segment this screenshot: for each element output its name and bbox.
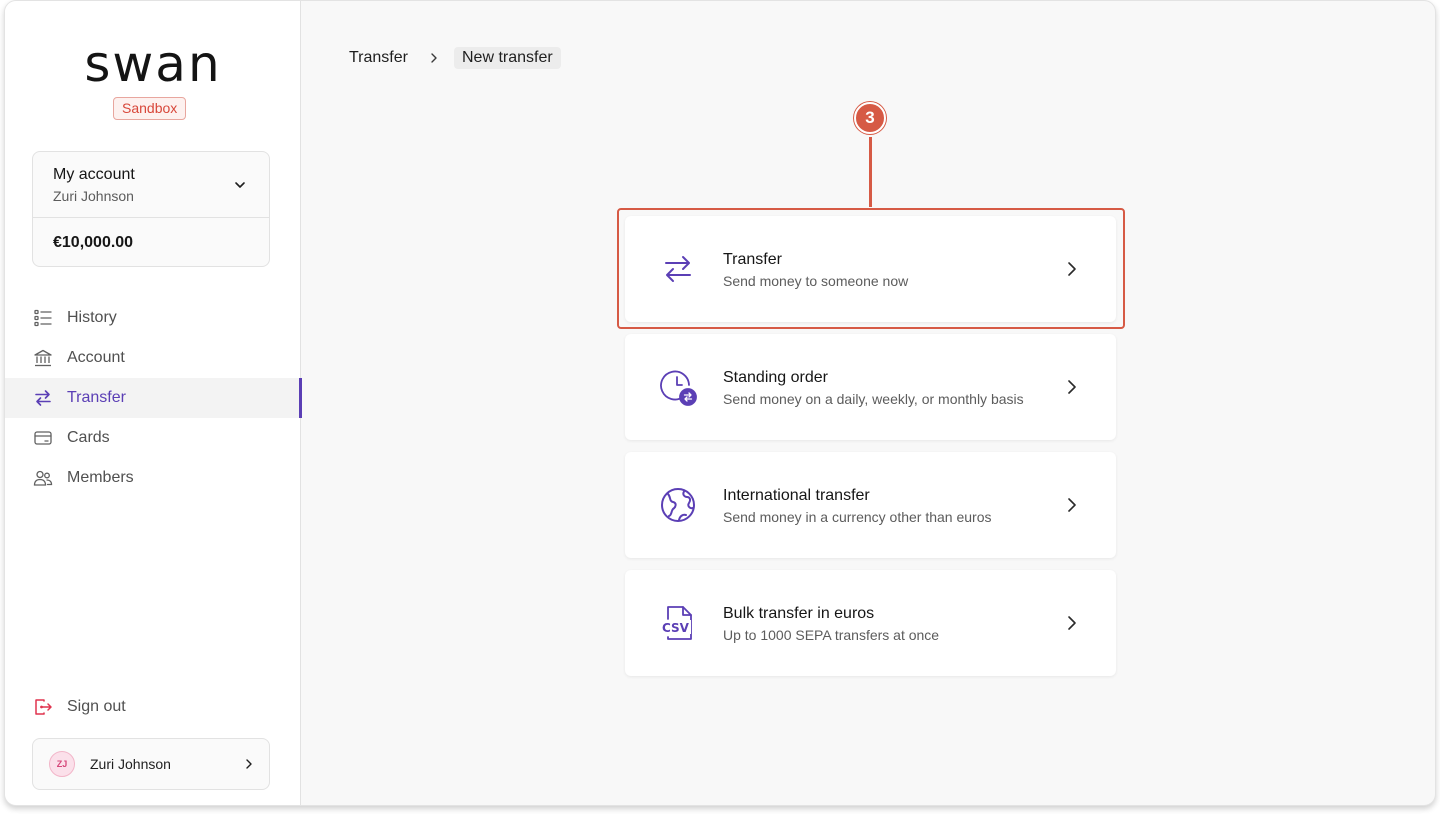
sidebar-item-cards[interactable]: Cards: [5, 418, 301, 458]
option-title: Bulk transfer in euros: [723, 605, 875, 622]
account-holder: Zuri Johnson: [53, 188, 134, 204]
globe-icon: [659, 485, 697, 525]
option-title: International transfer: [723, 487, 870, 504]
option-standing-order[interactable]: Standing order Send money on a daily, we…: [625, 334, 1116, 440]
avatar: ZJ: [49, 751, 75, 777]
clock-repeat-icon: [659, 367, 697, 407]
option-description: Send money on a daily, weekly, or monthl…: [723, 391, 1024, 407]
breadcrumb-current: New transfer: [453, 47, 561, 69]
bank-icon: [33, 348, 53, 368]
chevron-right-icon: [1068, 616, 1076, 630]
csv-file-icon: CSV: [659, 603, 697, 643]
account-switcher[interactable]: My account Zuri Johnson: [33, 152, 269, 218]
breadcrumb: Transfer New transfer: [349, 47, 561, 69]
sidebar: swan Sandbox My account Zuri Johnson €10…: [5, 1, 302, 805]
account-balance: €10,000.00: [53, 234, 134, 251]
chevron-right-icon: [246, 759, 252, 769]
list-icon: [33, 308, 53, 328]
sidebar-item-label: History: [67, 309, 117, 326]
card-icon: [33, 428, 53, 448]
step-annotation-highlight: [617, 208, 1125, 329]
logo-text: swan: [84, 35, 222, 93]
step-annotation-badge: 3: [854, 102, 886, 134]
members-icon: [33, 468, 53, 488]
sidebar-item-members[interactable]: Members: [5, 458, 301, 498]
step-annotation-line: [869, 137, 872, 207]
app-window: swan Sandbox My account Zuri Johnson €10…: [4, 0, 1436, 806]
sidebar-item-label: Transfer: [67, 389, 126, 406]
swan-logo: swan: [63, 35, 243, 93]
sandbox-badge: Sandbox: [113, 97, 187, 120]
sidebar-item-transfer[interactable]: Transfer: [5, 378, 302, 418]
chevron-right-icon: [1068, 498, 1076, 512]
breadcrumb-parent-link[interactable]: Transfer: [349, 49, 408, 67]
sign-out-icon: [33, 697, 53, 717]
sidebar-item-label: Cards: [67, 429, 110, 446]
chevron-down-icon: [235, 182, 245, 188]
user-profile-button[interactable]: ZJ Zuri Johnson: [32, 738, 270, 790]
transfer-arrows-icon: [33, 388, 53, 408]
account-card: My account Zuri Johnson €10,000.00: [32, 151, 270, 267]
sidebar-item-label: Members: [67, 469, 134, 486]
sidebar-nav: History Account Transfer Cards Members: [5, 298, 302, 498]
sidebar-item-label: Account: [67, 349, 125, 366]
account-name: My account: [53, 166, 135, 183]
chevron-right-icon: [1068, 380, 1076, 394]
svg-text:CSV: CSV: [662, 621, 690, 635]
sign-out-button[interactable]: Sign out: [33, 693, 126, 721]
chevron-right-icon: [428, 52, 440, 64]
sign-out-label: Sign out: [67, 698, 126, 715]
sidebar-item-history[interactable]: History: [5, 298, 301, 338]
option-description: Up to 1000 SEPA transfers at once: [723, 627, 940, 643]
option-bulk-transfer[interactable]: CSV Bulk transfer in euros Up to 1000 SE…: [625, 570, 1116, 676]
main-content: Transfer New transfer 3 Transfer Send mo…: [301, 1, 1435, 805]
option-international-transfer[interactable]: International transfer Send money in a c…: [625, 452, 1116, 558]
user-name: Zuri Johnson: [90, 756, 171, 772]
option-description: Send money in a currency other than euro…: [723, 509, 992, 525]
sidebar-item-account[interactable]: Account: [5, 338, 301, 378]
option-title: Standing order: [723, 369, 828, 386]
